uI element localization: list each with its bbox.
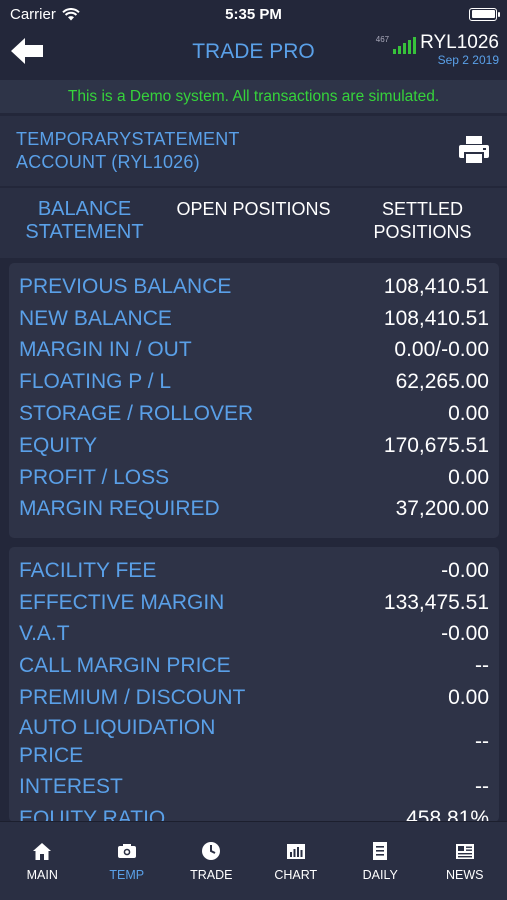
tab-label: TEMP — [109, 868, 145, 882]
item-value: 170,675.51 — [383, 433, 489, 457]
list-item: FLOATING P / L 62,265.00 — [9, 366, 499, 398]
demo-banner: This is a Demo system. All transactions … — [0, 80, 507, 113]
battery-icon — [469, 7, 500, 21]
list-item: PROFIT / LOSS 0.00 — [9, 462, 499, 494]
details-card: FACILITY FEE -0.00 EFFECTIVE MARGIN 133,47… — [9, 547, 499, 830]
item-label: EQUITY — [19, 433, 98, 457]
tab-label: TRADE — [190, 868, 233, 882]
carrier-group: Carrier — [10, 6, 80, 23]
tab-chart[interactable]: CHART — [254, 822, 339, 900]
item-label: NEW BALANCE — [19, 306, 172, 330]
tab-trade[interactable]: TRADE — [169, 822, 254, 900]
item-label: PROFIT / LOSS — [19, 465, 170, 489]
item-value: 37,200.00 — [395, 497, 489, 521]
status-bar: Carrier 5:35 PM — [0, 0, 507, 28]
bar-chart-icon — [285, 840, 307, 862]
print-button[interactable] — [458, 135, 490, 165]
item-value: -- — [475, 654, 489, 678]
item-label: FACILITY FEE — [19, 558, 157, 582]
tab-main[interactable]: MAIN — [0, 822, 85, 900]
item-label: PREVIOUS BALANCE — [19, 274, 232, 298]
ping-value: 467 — [375, 35, 390, 44]
list-item: NEW BALANCE 108,410.51 — [9, 303, 499, 335]
account-date: Sep 2 2019 — [437, 53, 499, 67]
list-item: FACILITY FEE -0.00 — [9, 555, 499, 587]
carrier-label: Carrier — [10, 5, 56, 23]
item-label: MARGIN REQUIRED — [19, 497, 220, 521]
item-label: PREMIUM / DISCOUNT — [19, 686, 246, 710]
clock-icon — [200, 840, 222, 862]
item-label: INTEREST — [19, 774, 123, 798]
list-item: V.A.T -0.00 — [9, 619, 499, 651]
statement-header: TEMPORARYSTATEMENT ACCOUNT (RYL1026) — [0, 116, 507, 186]
tab-label: NEWS — [446, 868, 484, 882]
list-item: MARGIN REQUIRED 37,200.00 — [9, 494, 499, 526]
nav-bar: TRADE PRO 467 RYL1026 Sep 2 2019 — [0, 28, 507, 78]
tab-balance-statement[interactable]: BALANCE STATEMENT — [0, 188, 169, 258]
account-code: RYL1026 — [420, 32, 499, 53]
item-value: 0.00/-0.00 — [394, 338, 489, 362]
item-label: STORAGE / ROLLOVER — [19, 402, 254, 426]
tab-label: MAIN — [26, 868, 58, 882]
list-item: EFFECTIVE MARGIN 133,475.51 — [9, 587, 499, 619]
item-value: 133,475.51 — [383, 590, 489, 614]
tab-label: DAILY — [362, 868, 398, 882]
item-value: -0.00 — [441, 558, 489, 582]
home-icon — [31, 840, 53, 862]
item-value: -- — [475, 730, 489, 754]
item-label: EFFECTIVE MARGIN — [19, 590, 225, 614]
item-label: AUTO LIQUIDATION PRICE — [19, 716, 216, 768]
list-item: AUTO LIQUIDATION PRICE -- — [9, 714, 499, 771]
item-label: CALL MARGIN PRICE — [19, 654, 231, 678]
item-value: -- — [475, 774, 489, 798]
camera-icon — [116, 840, 138, 862]
tab-news[interactable]: NEWS — [423, 822, 507, 900]
list-item: MARGIN IN / OUT 0.00/-0.00 — [9, 335, 499, 367]
newspaper-icon — [454, 840, 476, 862]
signal-icon — [393, 36, 417, 54]
item-value: 108,410.51 — [383, 274, 489, 298]
tab-settled-positions[interactable]: SETTLED POSITIONS — [338, 188, 507, 258]
item-label: V.A.T — [19, 622, 70, 646]
document-icon — [369, 840, 391, 862]
bottom-tab-bar: MAIN TEMP TRADE CHART DAILY NEWS — [0, 821, 507, 900]
printer-icon — [459, 136, 489, 165]
list-item: PREMIUM / DISCOUNT 0.00 — [9, 682, 499, 714]
item-value: 0.00 — [448, 402, 489, 426]
item-value: -0.00 — [441, 622, 489, 646]
item-label: FLOATING P / L — [19, 370, 172, 394]
wifi-icon — [62, 7, 80, 20]
item-value: 108,410.51 — [383, 306, 489, 330]
tab-temp[interactable]: TEMP — [85, 822, 170, 900]
account-info: 467 RYL1026 Sep 2 2019 — [376, 32, 499, 67]
tab-daily[interactable]: DAILY — [338, 822, 423, 900]
item-value: 0.00 — [448, 686, 489, 710]
tab-label: CHART — [274, 868, 318, 882]
list-item: CALL MARGIN PRICE -- — [9, 650, 499, 682]
list-item: EQUITY 170,675.51 — [9, 430, 499, 462]
statement-title: TEMPORARYSTATEMENT ACCOUNT (RYL1026) — [16, 129, 240, 172]
tab-open-positions[interactable]: OPEN POSITIONS — [169, 188, 338, 258]
item-value: 62,265.00 — [395, 370, 489, 394]
balance-card: PREVIOUS BALANCE 108,410.51 NEW BALANCE 10… — [9, 263, 499, 538]
list-item: INTEREST -- — [9, 771, 499, 803]
list-item: STORAGE / ROLLOVER 0.00 — [9, 398, 499, 430]
item-label: MARGIN IN / OUT — [19, 338, 192, 362]
item-value: 0.00 — [448, 465, 489, 489]
statement-tabs: BALANCE STATEMENT OPEN POSITIONS SETTLED… — [0, 188, 507, 258]
list-item: PREVIOUS BALANCE 108,410.51 — [9, 271, 499, 303]
